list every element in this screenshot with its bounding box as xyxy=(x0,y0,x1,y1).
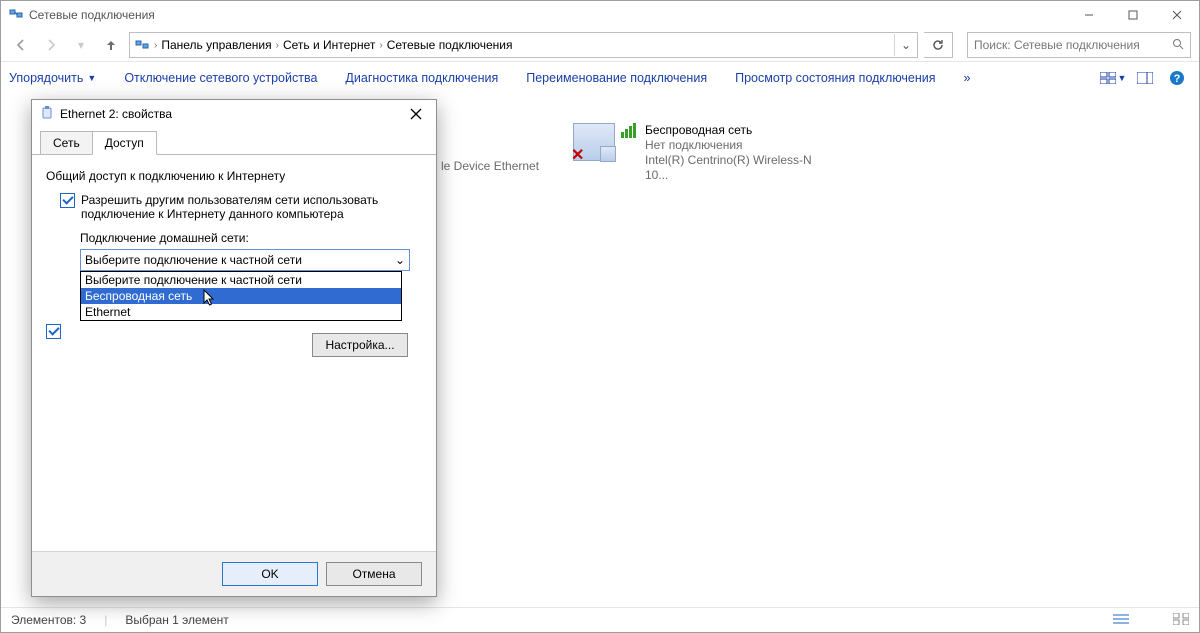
titlebar: Сетевые подключения xyxy=(1,1,1199,29)
chevron-down-icon: ▼ xyxy=(87,73,96,83)
combo-option-selected[interactable]: Беспроводная сеть xyxy=(81,288,401,304)
combo-option[interactable]: Выберите подключение к частной сети xyxy=(81,272,401,288)
breadcrumb-item[interactable]: Панель управления xyxy=(161,38,271,52)
connection-partial-label: le Device Ethernet xyxy=(441,159,539,173)
tab-network[interactable]: Сеть xyxy=(40,131,93,155)
properties-dialog: Ethernet 2: свойства Сеть Доступ Общий д… xyxy=(31,99,437,597)
disable-device-button[interactable]: Отключение сетевого устройства xyxy=(124,71,317,85)
cancel-button[interactable]: Отмена xyxy=(326,562,422,586)
status-selected-count: Выбран 1 элемент xyxy=(125,613,228,627)
allow-sharing-label: Разрешить другим пользователям сети испо… xyxy=(81,193,411,221)
connection-icon: ✕ xyxy=(573,123,615,161)
view-large-icons-button[interactable] xyxy=(1173,613,1189,628)
chevron-down-icon: ⌄ xyxy=(395,253,405,267)
combo-selected-value: Выберите подключение к частной сети xyxy=(85,253,302,267)
forward-button[interactable] xyxy=(39,33,63,57)
close-button[interactable] xyxy=(1155,1,1199,29)
organize-menu[interactable]: Упорядочить ▼ xyxy=(9,71,96,85)
dialog-titlebar[interactable]: Ethernet 2: свойства xyxy=(32,100,436,128)
adapter-icon xyxy=(40,106,54,123)
chevron-right-icon: › xyxy=(379,40,382,51)
dialog-footer: OK Отмена xyxy=(32,551,436,596)
help-button[interactable]: ? xyxy=(1163,66,1191,90)
dialog-tabs: Сеть Доступ xyxy=(32,130,436,155)
breadcrumb[interactable]: › Панель управления › Сеть и Интернет › … xyxy=(129,32,918,58)
search-icon xyxy=(1172,38,1184,53)
search-placeholder: Поиск: Сетевые подключения xyxy=(974,38,1172,52)
breadcrumb-icon xyxy=(134,37,150,53)
refresh-button[interactable] xyxy=(924,32,953,58)
tab-sharing[interactable]: Доступ xyxy=(92,131,157,155)
dialog-title: Ethernet 2: свойства xyxy=(60,107,172,121)
history-dropdown[interactable]: ▾ xyxy=(69,33,93,57)
search-input[interactable]: Поиск: Сетевые подключения xyxy=(967,32,1191,58)
connection-device: Intel(R) Centrino(R) Wireless-N 10... xyxy=(645,153,833,183)
nav-row: ▾ › Панель управления › Сеть и Интернет … xyxy=(1,29,1199,61)
command-bar: Упорядочить ▼ Отключение сетевого устрой… xyxy=(1,61,1199,95)
wifi-signal-icon xyxy=(621,123,636,138)
view-status-button[interactable]: Просмотр состояния подключения xyxy=(735,71,935,85)
home-connection-label: Подключение домашней сети: xyxy=(80,231,422,245)
svg-text:?: ? xyxy=(1174,73,1181,85)
dialog-close-button[interactable] xyxy=(396,100,436,128)
status-bar: Элементов: 3 | Выбран 1 элемент xyxy=(1,607,1199,632)
up-button[interactable] xyxy=(99,33,123,57)
connection-item-wireless[interactable]: ✕ Беспроводная сеть Нет подключения Inte… xyxy=(573,123,833,183)
settings-button[interactable]: Настройка... xyxy=(312,333,408,357)
status-element-count: Элементов: 3 xyxy=(11,613,86,627)
combo-option[interactable]: Ethernet xyxy=(81,304,401,320)
allow-control-checkbox[interactable] xyxy=(46,324,61,339)
minimize-button[interactable] xyxy=(1067,1,1111,29)
back-button[interactable] xyxy=(9,33,33,57)
cursor-icon xyxy=(203,289,217,307)
window-title: Сетевые подключения xyxy=(29,8,155,22)
preview-pane-button[interactable] xyxy=(1131,66,1159,90)
breadcrumb-item[interactable]: Сеть и Интернет xyxy=(283,38,375,52)
main-window: Сетевые подключения ▾ › Панель управлени… xyxy=(0,0,1200,633)
breadcrumb-dropdown[interactable]: ⌄ xyxy=(894,34,917,56)
home-connection-combo-list: Выберите подключение к частной сети Бесп… xyxy=(80,271,402,321)
connection-name: Беспроводная сеть xyxy=(645,123,833,138)
connection-status: Нет подключения xyxy=(645,138,833,153)
chevron-right-icon: › xyxy=(154,40,157,51)
breadcrumb-item[interactable]: Сетевые подключения xyxy=(387,38,513,52)
allow-sharing-checkbox[interactable] xyxy=(60,193,75,208)
view-layout-button[interactable]: ▼ xyxy=(1099,66,1127,90)
error-x-icon: ✕ xyxy=(571,145,584,165)
home-connection-combo[interactable]: Выберите подключение к частной сети ⌄ xyxy=(80,249,410,271)
more-commands[interactable]: » xyxy=(964,71,971,85)
dialog-body: Общий доступ к подключению к Интернету Р… xyxy=(32,155,436,369)
app-icon xyxy=(9,7,23,24)
ok-button[interactable]: OK xyxy=(222,562,318,586)
maximize-button[interactable] xyxy=(1111,1,1155,29)
view-details-button[interactable] xyxy=(1113,613,1129,628)
sharing-group-label: Общий доступ к подключению к Интернету xyxy=(46,169,422,183)
diagnose-button[interactable]: Диагностика подключения xyxy=(345,71,498,85)
rename-button[interactable]: Переименование подключения xyxy=(526,71,707,85)
chevron-right-icon: › xyxy=(276,40,279,51)
